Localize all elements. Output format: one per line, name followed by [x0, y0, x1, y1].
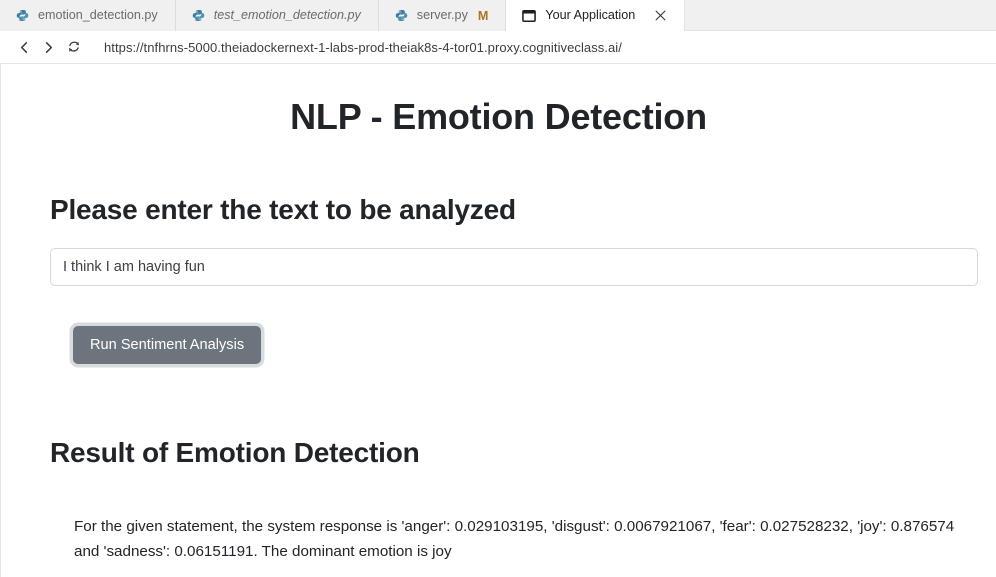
tab-strip-empty-area: [685, 0, 996, 30]
url-bar[interactable]: https://tnfhrns-5000.theiadockernext-1-l…: [104, 40, 622, 55]
result-heading: Result of Emotion Detection: [50, 437, 420, 468]
tab-your-application[interactable]: Your Application: [506, 0, 686, 31]
page-title: NLP - Emotion Detection: [290, 96, 707, 137]
python-icon: [395, 9, 408, 22]
tab-test-emotion-detection[interactable]: test_emotion_detection.py: [175, 0, 379, 31]
run-sentiment-analysis-button[interactable]: Run Sentiment Analysis: [73, 326, 262, 364]
reload-icon[interactable]: [62, 35, 86, 59]
tab-label: Your Application: [545, 8, 636, 23]
browser-window-icon: [522, 9, 537, 22]
chevron-right-icon[interactable]: [36, 35, 60, 59]
tab-server[interactable]: server.py M: [378, 0, 507, 31]
tab-label: emotion_detection.py: [38, 8, 158, 23]
web-page: NLP - Emotion Detection Please enter the…: [1, 96, 996, 577]
browser-toolbar: https://tnfhrns-5000.theiadockernext-1-l…: [0, 31, 996, 64]
tab-emotion-detection[interactable]: emotion_detection.py: [0, 0, 176, 31]
tab-label: test_emotion_detection.py: [213, 8, 361, 23]
tab-strip: emotion_detection.py test_emotion_detect…: [0, 0, 996, 31]
run-button-container: Run Sentiment Analysis: [50, 326, 946, 364]
browser-window: emotion_detection.py test_emotion_detect…: [0, 0, 996, 577]
prompt-heading: Please enter the text to be analyzed: [50, 194, 516, 225]
chevron-left-icon[interactable]: [12, 35, 36, 59]
python-icon: [192, 9, 205, 22]
page-viewport: NLP - Emotion Detection Please enter the…: [0, 64, 996, 577]
page-content: Please enter the text to be analyzed Run…: [1, 194, 996, 564]
tab-modified-indicator: M: [477, 8, 489, 23]
text-to-analyze-input[interactable]: [50, 248, 978, 286]
close-icon[interactable]: [654, 9, 667, 22]
tab-label: server.py: [416, 8, 468, 23]
result-text: For the given statement, the system resp…: [74, 518, 955, 560]
python-icon: [16, 9, 29, 22]
